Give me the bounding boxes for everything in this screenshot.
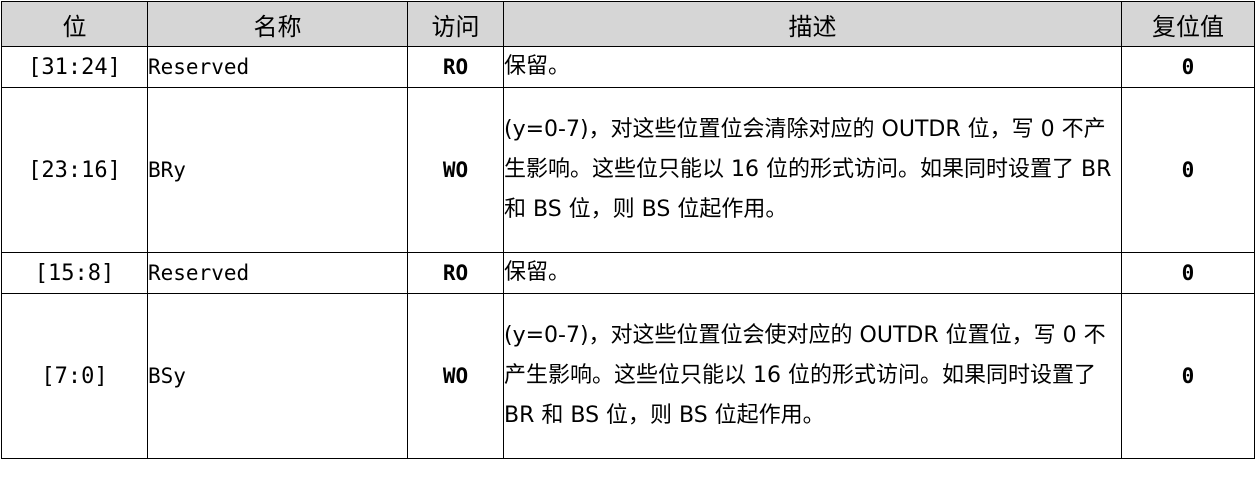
cell-access: WO bbox=[407, 293, 504, 459]
cell-description: (y=0-7)，对这些位置位会使对应的 OUTDR 位置位，写 0 不产生影响。… bbox=[503, 293, 1122, 459]
cell-description: 保留。 bbox=[503, 46, 1122, 88]
table-row: [23:16] BRy WO (y=0-7)，对这些位置位会清除对应的 OUTD… bbox=[1, 87, 1255, 253]
header-bits: 位 bbox=[1, 1, 148, 47]
table-row: [7:0] BSy WO (y=0-7)，对这些位置位会使对应的 OUTDR 位… bbox=[1, 293, 1255, 459]
header-name: 名称 bbox=[147, 1, 408, 47]
table-body: [31:24] Reserved RO 保留。 0 [23:16] BRy WO… bbox=[1, 46, 1255, 459]
cell-name: BSy bbox=[147, 293, 408, 459]
header-access: 访问 bbox=[407, 1, 504, 47]
cell-access: WO bbox=[407, 87, 504, 253]
table-header: 位 名称 访问 描述 复位值 bbox=[1, 1, 1255, 47]
cell-bits: [15:8] bbox=[1, 252, 148, 294]
header-reset: 复位值 bbox=[1121, 1, 1255, 47]
register-table: 位 名称 访问 描述 复位值 [31:24] Reserved RO 保留。 0… bbox=[1, 1, 1255, 459]
cell-access: RO bbox=[407, 46, 504, 88]
header-row: 位 名称 访问 描述 复位值 bbox=[1, 1, 1255, 47]
header-description: 描述 bbox=[503, 1, 1122, 47]
cell-access: RO bbox=[407, 252, 504, 294]
cell-bits: [31:24] bbox=[1, 46, 148, 88]
table-row: [15:8] Reserved RO 保留。 0 bbox=[1, 252, 1255, 294]
cell-reset: 0 bbox=[1121, 87, 1255, 253]
table-row: [31:24] Reserved RO 保留。 0 bbox=[1, 46, 1255, 88]
cell-reset: 0 bbox=[1121, 252, 1255, 294]
cell-name: Reserved bbox=[147, 252, 408, 294]
cell-description: 保留。 bbox=[503, 252, 1122, 294]
cell-reset: 0 bbox=[1121, 46, 1255, 88]
cell-name: Reserved bbox=[147, 46, 408, 88]
cell-name: BRy bbox=[147, 87, 408, 253]
cell-bits: [23:16] bbox=[1, 87, 148, 253]
cell-description: (y=0-7)，对这些位置位会清除对应的 OUTDR 位，写 0 不产生影响。这… bbox=[503, 87, 1122, 253]
cell-reset: 0 bbox=[1121, 293, 1255, 459]
cell-bits: [7:0] bbox=[1, 293, 148, 459]
